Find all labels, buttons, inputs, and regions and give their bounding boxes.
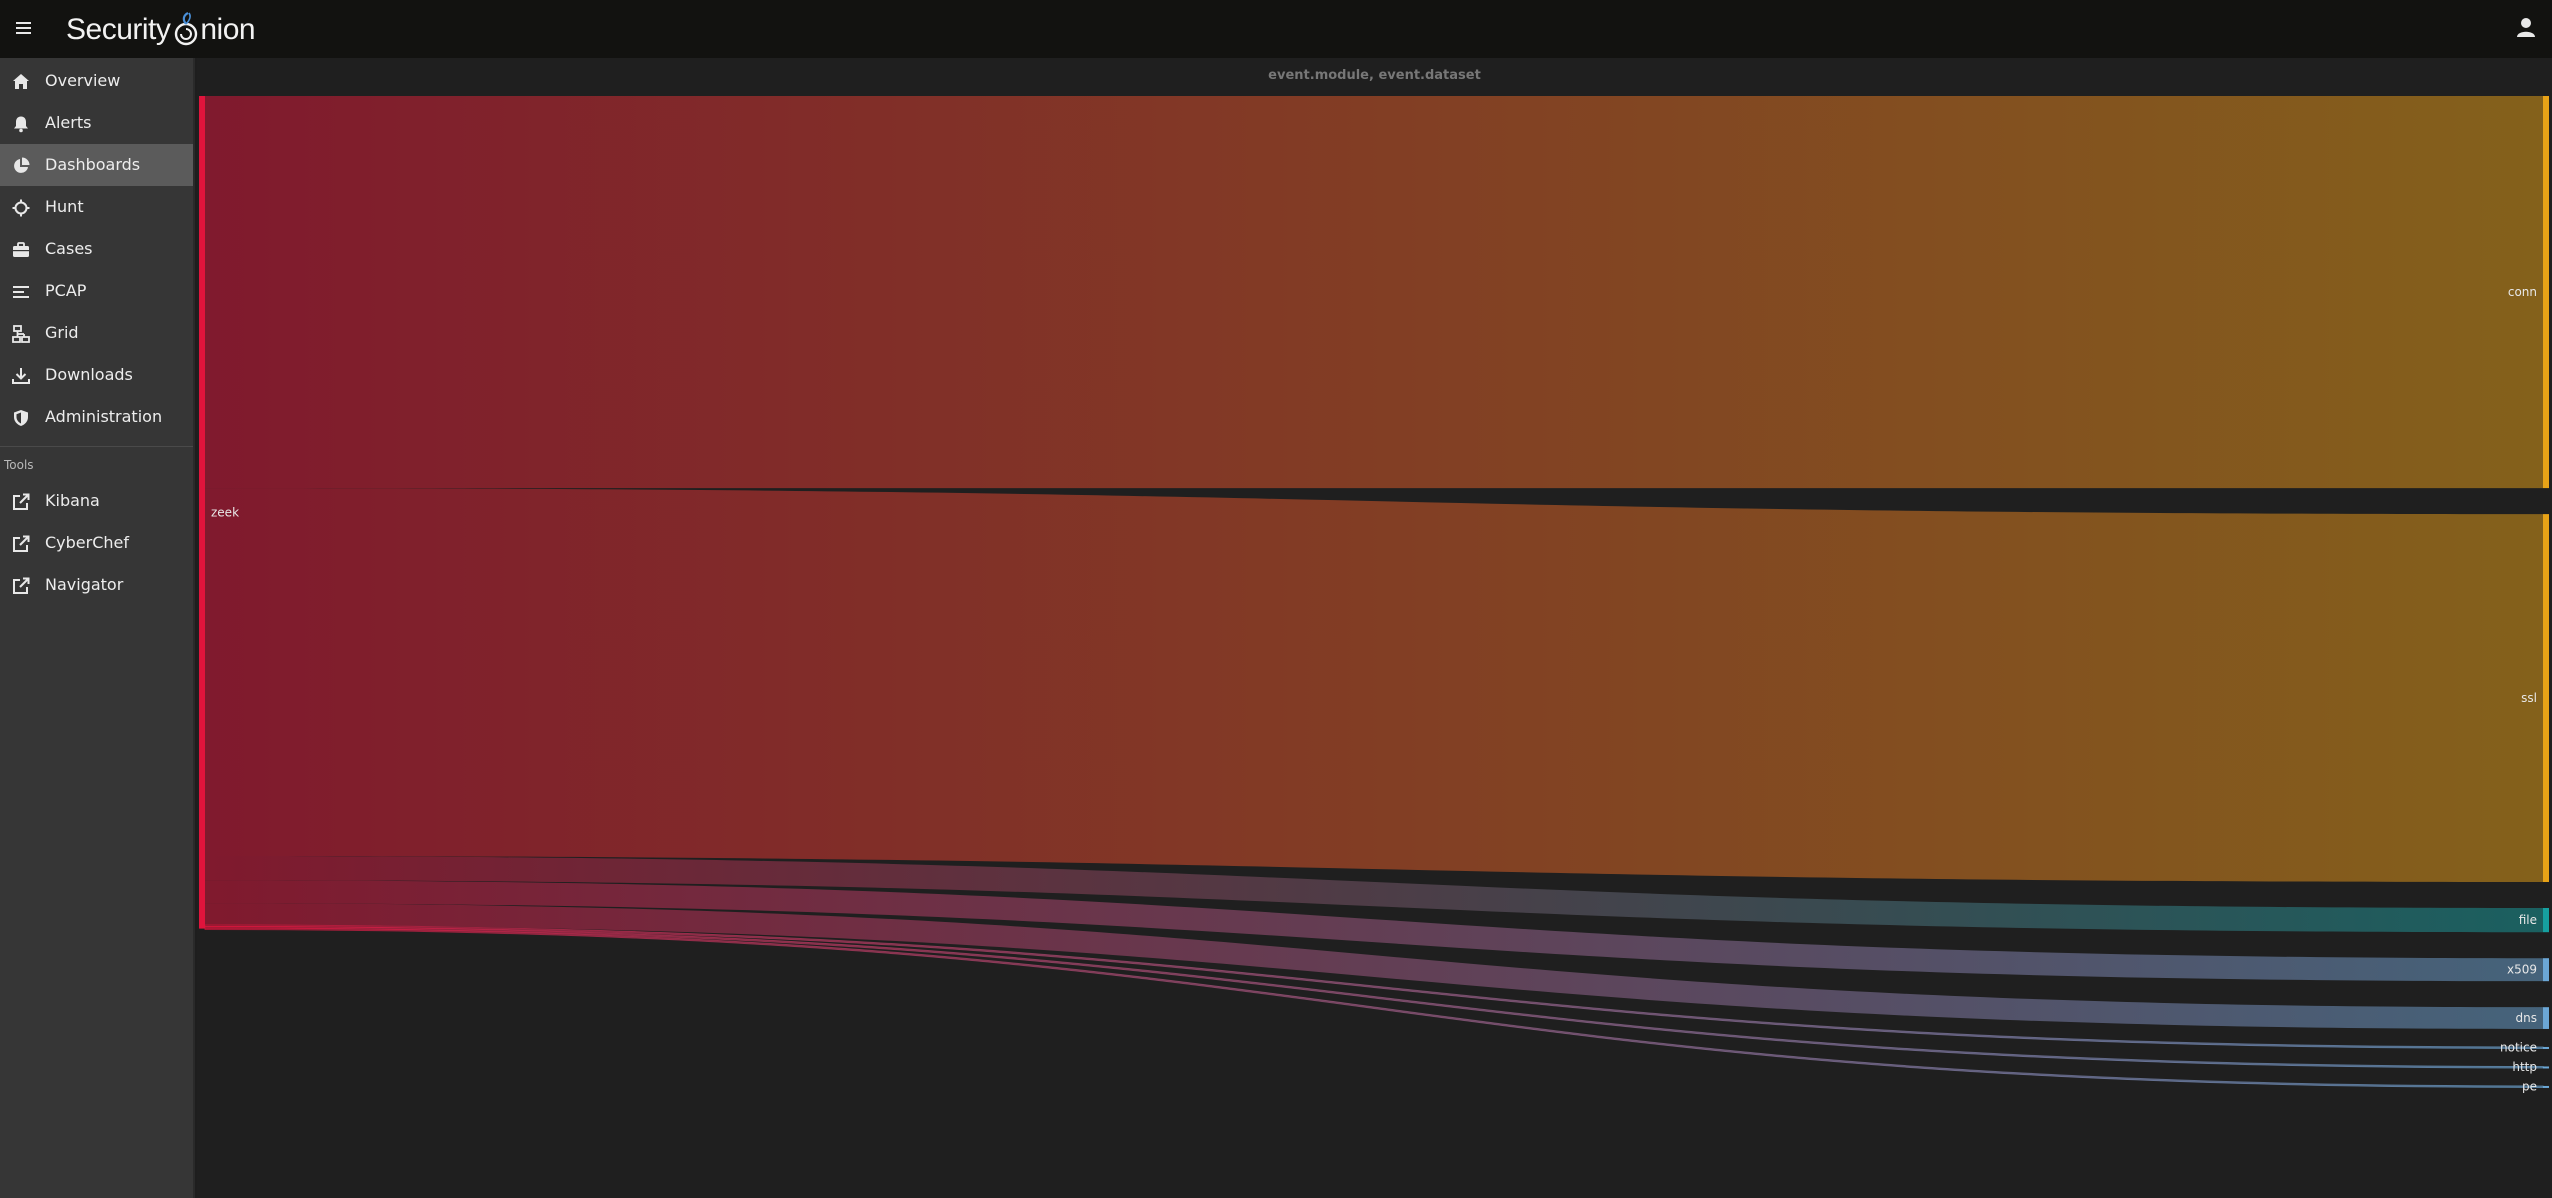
- sidebar-item-grid[interactable]: Grid: [0, 312, 193, 354]
- sidebar-item-label: Grid: [45, 323, 79, 342]
- sidebar-item-hunt[interactable]: Hunt: [0, 186, 193, 228]
- sankey-node-label: dns: [2516, 1011, 2537, 1025]
- sankey-node-label: ssl: [2521, 691, 2537, 705]
- dashboard-chart-panel: event.module, event.dataset zeek conn ssl f…: [197, 58, 2552, 1198]
- sidebar-item-label: Kibana: [45, 491, 100, 510]
- sidebar-item-administration[interactable]: Administration: [0, 396, 193, 438]
- menu-icon[interactable]: [13, 17, 35, 39]
- sankey-node-label: pe: [2522, 1080, 2537, 1094]
- sidebar-item-pcap[interactable]: PCAP: [0, 270, 193, 312]
- sidebar-item-label: CyberChef: [45, 533, 130, 552]
- sidebar-item-label: Downloads: [45, 365, 133, 384]
- sidebar-item-label: Hunt: [45, 197, 84, 216]
- user-account-icon[interactable]: [2512, 14, 2540, 42]
- sidebar-item-label: Dashboards: [45, 155, 141, 174]
- brand-text-right: nion: [200, 13, 256, 46]
- sidebar-item-label: Alerts: [45, 113, 92, 132]
- sidebar-item-cyberchef[interactable]: CyberChef: [0, 522, 193, 564]
- sankey-node-dns[interactable]: [2543, 1007, 2549, 1029]
- sankey-node-label: x509: [2507, 963, 2537, 977]
- sankey-node-file[interactable]: [2543, 907, 2549, 933]
- sankey-link-zeek-notice[interactable]: [204, 924, 2544, 1049]
- sankey-node-zeek[interactable]: [199, 96, 205, 929]
- sitemap-icon: [12, 325, 30, 343]
- sidebar-item-label: Administration: [45, 407, 163, 426]
- sankey-node-label: http: [2512, 1060, 2537, 1074]
- sidebar-item-dashboards[interactable]: Dashboards: [0, 144, 193, 186]
- sankey-chart[interactable]: zeek conn ssl file x509 dns notice http pe: [197, 58, 2552, 1198]
- list-icon: [12, 283, 30, 301]
- sidebar-item-overview[interactable]: Overview: [0, 60, 193, 102]
- shield-icon: [12, 409, 30, 427]
- sankey-node-pe[interactable]: [2543, 1085, 2549, 1088]
- sankey-node-x509[interactable]: [2543, 958, 2549, 982]
- sankey-node-http[interactable]: [2543, 1066, 2549, 1069]
- sidebar-item-cases[interactable]: Cases: [0, 228, 193, 270]
- top-app-bar: Security nion: [0, 0, 2552, 58]
- sidebar-item-kibana[interactable]: Kibana: [0, 480, 193, 522]
- sankey-node-label: zeek: [211, 505, 239, 519]
- sankey-node-ssl[interactable]: [2543, 514, 2549, 882]
- sidebar-item-label: Cases: [45, 239, 93, 258]
- sidebar-item-alerts[interactable]: Alerts: [0, 102, 193, 144]
- sidebar-item-label: Overview: [45, 71, 121, 90]
- pie-chart-icon: [12, 157, 30, 175]
- sankey-node-label: file: [2519, 913, 2537, 927]
- sankey-link-zeek-ssl[interactable]: [205, 488, 2543, 882]
- sankey-node-notice[interactable]: [2543, 1046, 2549, 1049]
- sidebar-section-tools: Tools: [4, 458, 34, 472]
- external-link-icon: [12, 535, 30, 553]
- external-link-icon: [12, 577, 30, 595]
- sidebar-item-label: Navigator: [45, 575, 124, 594]
- onion-logo-icon: [173, 10, 199, 50]
- app-logo: Security nion: [66, 10, 256, 50]
- download-icon: [12, 367, 30, 385]
- crosshairs-icon: [12, 199, 30, 217]
- briefcase-icon: [12, 241, 30, 259]
- sankey-link-zeek-conn[interactable]: [205, 96, 2543, 489]
- sankey-node-conn[interactable]: [2543, 96, 2549, 489]
- sidebar-item-navigator[interactable]: Navigator: [0, 564, 193, 606]
- sidebar-item-downloads[interactable]: Downloads: [0, 354, 193, 396]
- sidebar-item-label: PCAP: [45, 281, 87, 300]
- sankey-link-zeek-http[interactable]: [204, 925, 2544, 1069]
- brand-text-left: Security: [66, 13, 171, 46]
- bell-icon: [12, 115, 30, 133]
- external-link-icon: [12, 493, 30, 511]
- sankey-node-label: conn: [2508, 285, 2537, 299]
- sidebar-nav: Overview Alerts Dashboards Hunt Cases PC…: [0, 58, 195, 1198]
- home-icon: [12, 73, 30, 91]
- sidebar-divider: [0, 446, 193, 447]
- sankey-node-label: notice: [2500, 1041, 2537, 1055]
